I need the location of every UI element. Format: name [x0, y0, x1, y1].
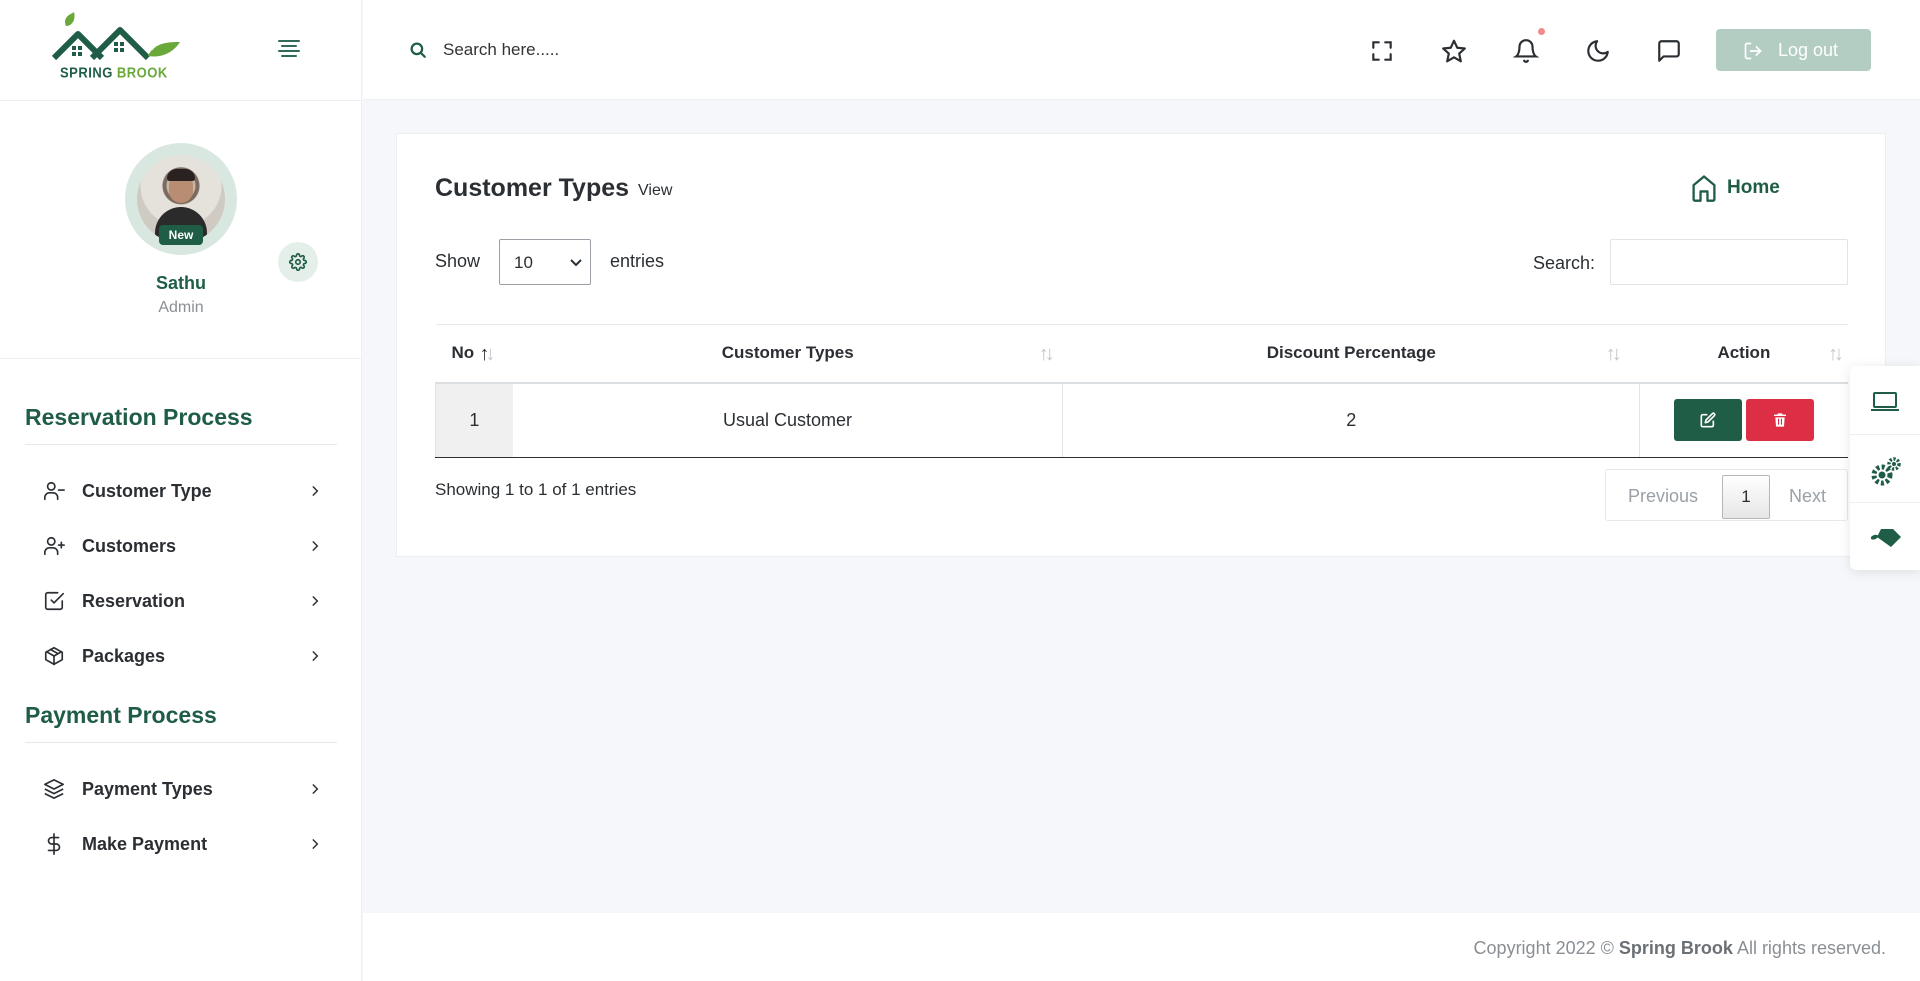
chevron-right-icon — [312, 486, 319, 496]
cell-no: 1 — [434, 382, 513, 458]
menu-toggle-icon[interactable] — [278, 40, 300, 60]
entries-value: 10 — [514, 253, 533, 272]
section-divider — [25, 444, 337, 445]
cell-discount: 2 — [1062, 382, 1640, 458]
page-subtitle: View — [638, 182, 673, 199]
sidebar-item-label: Customers — [82, 536, 177, 556]
user-plus-icon — [44, 536, 65, 556]
sort-icon: ↑↓ — [479, 343, 496, 365]
sort-icon: ↑↓ — [1038, 343, 1055, 365]
home-icon — [1692, 175, 1716, 202]
laptop-icon — [1871, 392, 1899, 411]
profile-card: New Sathu Admin — [0, 101, 361, 359]
logo-area: SPRING BROOK — [0, 0, 361, 101]
bell-icon[interactable] — [1513, 38, 1539, 64]
profile-role: Admin — [158, 299, 204, 316]
entries-select[interactable]: 10 — [499, 239, 591, 285]
edit-icon — [1700, 412, 1716, 428]
sidebar-item-payment-types[interactable]: Payment Types — [40, 773, 322, 807]
page-title: Customer Types — [435, 174, 630, 202]
search-icon — [410, 42, 426, 58]
chevron-right-icon — [312, 839, 319, 849]
moon-icon[interactable] — [1585, 38, 1611, 64]
star-icon[interactable] — [1441, 38, 1467, 64]
dollar-icon — [47, 833, 61, 855]
paint-tool-button[interactable] — [1850, 503, 1920, 569]
pagination-page-1[interactable]: 1 — [1722, 475, 1770, 519]
home-link[interactable]: Home — [1690, 172, 1810, 204]
sidebar-item-label: Payment Types — [82, 779, 213, 799]
sidebar-item-customers[interactable]: Customers — [40, 530, 322, 564]
sidebar-item-reservation[interactable]: Reservation — [40, 585, 322, 619]
logout-label: Log out — [1778, 40, 1839, 60]
entries-label: entries — [610, 251, 665, 271]
pagination: Previous 1 Next — [1605, 469, 1848, 521]
cell-actions — [1639, 382, 1848, 458]
logout-icon — [1744, 42, 1762, 60]
brand-part-1: SPRING — [60, 63, 113, 82]
profile-name: Sathu — [155, 273, 206, 293]
check-square-icon — [44, 591, 64, 611]
sidebar: SPRING BROOK New Sathu Admin Reservation … — [0, 0, 362, 981]
section-title-reservation: Reservation Process — [25, 404, 253, 430]
brand-wordmark: SPRING BROOK — [60, 64, 168, 81]
global-search-input[interactable] — [443, 30, 763, 70]
table-row: 1 Usual Customer 2 — [434, 382, 1848, 458]
section-title-payment: Payment Process — [25, 702, 217, 728]
column-header-customer-types[interactable]: Customer Types ↑↓ — [512, 324, 1063, 384]
chevron-down-icon — [570, 259, 582, 267]
table-info: Showing 1 to 1 of 1 entries — [435, 480, 637, 499]
chevron-right-icon — [312, 596, 319, 606]
logout-button[interactable]: Log out — [1716, 29, 1871, 71]
paint-bucket-icon — [1871, 529, 1901, 547]
sidebar-item-customer-type[interactable]: Customer Type — [40, 475, 322, 509]
message-icon[interactable] — [1656, 38, 1682, 64]
copyright-suffix: All rights reserved. — [1736, 938, 1886, 958]
sidebar-item-label: Packages — [82, 646, 166, 666]
footer: Copyright 2022 © Spring Brook All rights… — [363, 913, 1920, 981]
sidebar-item-packages[interactable]: Packages — [40, 640, 322, 674]
floating-tools-panel — [1850, 366, 1920, 570]
customer-types-card: Customer Types View Home Show 10 entries… — [396, 133, 1886, 557]
laptop-tool-button[interactable] — [1850, 368, 1920, 434]
edit-button[interactable] — [1674, 399, 1743, 442]
sort-icon: ↑↓ — [1605, 343, 1622, 365]
sidebar-item-make-payment[interactable]: Make Payment — [40, 828, 322, 862]
pagination-next[interactable]: Next — [1789, 486, 1826, 507]
notification-dot — [1538, 28, 1545, 35]
layers-icon — [44, 779, 64, 799]
chevron-right-icon — [312, 541, 319, 551]
pagination-previous[interactable]: Previous — [1628, 486, 1698, 507]
sort-icon: ↑↓ — [1828, 343, 1844, 365]
copyright-brand[interactable]: Spring Brook — [1619, 938, 1733, 958]
delete-button[interactable] — [1746, 399, 1815, 442]
gear-icon — [289, 253, 307, 271]
chevron-right-icon — [312, 651, 319, 661]
fullscreen-icon[interactable] — [1369, 38, 1395, 64]
customer-types-table: No ↑↓ Customer Types ↑↓ Discount Percent… — [434, 324, 1848, 458]
show-label: Show — [435, 251, 481, 271]
settings-tool-button[interactable] — [1850, 435, 1920, 501]
sidebar-item-label: Reservation — [82, 591, 186, 611]
column-header-discount-percentage[interactable]: Discount Percentage ↑↓ — [1062, 324, 1640, 384]
copyright-prefix: Copyright 2022 © — [1473, 938, 1614, 958]
table-search-input[interactable] — [1610, 239, 1848, 285]
chevron-right-icon — [312, 784, 319, 794]
new-badge: New — [159, 225, 203, 245]
home-label: Home — [1727, 177, 1780, 198]
user-minus-icon — [44, 481, 65, 501]
column-header-action[interactable]: Action ↑↓ — [1639, 324, 1848, 384]
cell-customer-type: Usual Customer — [512, 382, 1063, 458]
sidebar-item-label: Make Payment — [82, 834, 208, 854]
section-divider — [25, 742, 337, 743]
trash-icon — [1774, 413, 1787, 427]
sidebar-item-label: Customer Type — [82, 481, 212, 501]
package-icon — [44, 646, 64, 666]
brand-part-2: BROOK — [116, 63, 168, 82]
copyright-text: Copyright 2022 © Spring Brook All rights… — [1474, 938, 1886, 959]
table-search-label: Search: — [1533, 253, 1596, 273]
topbar: Log out — [363, 0, 1920, 100]
gears-icon — [1871, 457, 1901, 486]
column-header-no[interactable]: No ↑↓ — [435, 324, 513, 384]
